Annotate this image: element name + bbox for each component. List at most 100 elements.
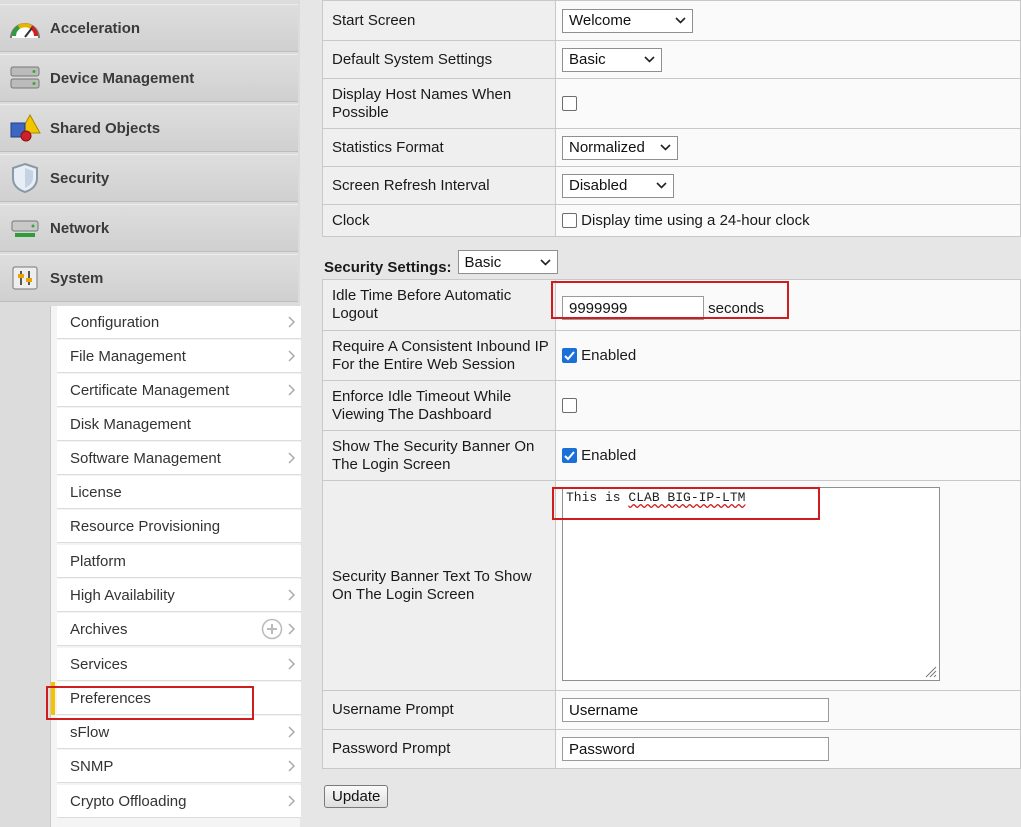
password-prompt-input[interactable]: Password <box>562 737 829 761</box>
submenu-label: Services <box>70 655 128 673</box>
gauge-icon <box>8 11 42 45</box>
submenu-software-management[interactable]: Software Management <box>57 442 301 475</box>
display-host-names-label: Display Host Names When Possible <box>322 78 556 129</box>
security-settings-title: Security Settings: <box>324 259 452 276</box>
nav-network[interactable]: Network <box>0 204 298 252</box>
chevron-right-icon <box>288 350 295 362</box>
show-banner-label: Show The Security Banner On The Login Sc… <box>322 430 556 481</box>
server-rack-icon <box>8 61 42 95</box>
nav-label: Device Management <box>50 69 195 87</box>
submenu-label: Configuration <box>70 313 160 331</box>
chevron-right-icon <box>288 316 295 328</box>
checkmark-icon <box>564 351 575 361</box>
row-password-prompt: Password Prompt Password <box>322 729 1021 769</box>
submenu-high-availability[interactable]: High Availability <box>57 579 301 612</box>
idle-time-label: Idle Time Before Automatic Logout <box>322 279 556 331</box>
security-settings-header: Security Settings: Basic <box>324 250 558 276</box>
submenu-label: Certificate Management <box>70 381 230 399</box>
submenu-platform[interactable]: Platform <box>57 545 301 578</box>
start-screen-select[interactable]: Welcome <box>562 8 693 33</box>
row-show-banner: Show The Security Banner On The Login Sc… <box>322 430 1021 481</box>
submenu-services[interactable]: Services <box>57 648 301 681</box>
default-system-settings-value: Basic <box>569 50 606 68</box>
nav-system[interactable]: System <box>0 254 298 302</box>
username-prompt-input[interactable]: Username <box>562 698 829 722</box>
clock-24h-checkbox[interactable] <box>562 213 577 229</box>
submenu-sflow[interactable]: sFlow <box>57 716 301 749</box>
security-settings-mode-select[interactable]: Basic <box>457 250 558 274</box>
chevron-right-icon <box>288 589 295 601</box>
screen-refresh-interval-label: Screen Refresh Interval <box>322 166 556 205</box>
system-submenu: Configuration File Management Certificat… <box>50 306 301 827</box>
start-screen-value: Welcome <box>569 11 632 29</box>
enforce-idle-timeout-label: Enforce Idle Timeout While Viewing The D… <box>322 380 556 431</box>
row-username-prompt: Username Prompt Username <box>322 690 1021 730</box>
chevron-down-icon <box>656 182 667 189</box>
annotation-highlight-preferences <box>46 686 254 720</box>
annotation-highlight-banner-text <box>552 487 820 520</box>
chevron-right-icon <box>288 726 295 738</box>
submenu-label: License <box>70 483 122 501</box>
submenu-license[interactable]: License <box>57 476 301 509</box>
submenu-label: Archives <box>70 620 128 638</box>
submenu-label: High Availability <box>70 586 175 604</box>
row-start-screen: Start Screen Welcome <box>322 0 1021 41</box>
submenu-snmp[interactable]: SNMP <box>57 750 301 783</box>
banner-text-label: Security Banner Text To Show On The Logi… <box>322 480 556 691</box>
submenu-crypto-offloading[interactable]: Crypto Offloading <box>57 785 301 818</box>
default-system-settings-label: Default System Settings <box>322 40 556 79</box>
resize-grip-icon[interactable] <box>923 664 937 678</box>
statistics-format-label: Statistics Format <box>322 128 556 167</box>
chevron-right-icon <box>288 795 295 807</box>
chevron-right-icon <box>288 658 295 670</box>
row-consistent-ip: Require A Consistent Inbound IP For the … <box>322 330 1021 381</box>
password-prompt-label: Password Prompt <box>322 729 556 769</box>
nav-device-management[interactable]: Device Management <box>0 54 298 102</box>
submenu-label: Resource Provisioning <box>70 517 221 535</box>
submenu-archives[interactable]: Archives <box>57 613 301 646</box>
shield-icon <box>8 161 42 195</box>
row-statistics-format: Statistics Format Normalized <box>322 128 1021 167</box>
start-screen-label: Start Screen <box>322 0 556 41</box>
enforce-idle-timeout-checkbox[interactable] <box>562 398 577 414</box>
show-banner-checkbox-label: Enabled <box>581 446 637 464</box>
row-display-host-names: Display Host Names When Possible <box>322 78 1021 129</box>
default-system-settings-select[interactable]: Basic <box>562 47 662 72</box>
submenu-resource-provisioning[interactable]: Resource Provisioning <box>57 510 301 543</box>
clock-label: Clock <box>322 204 556 237</box>
username-prompt-label: Username Prompt <box>322 690 556 730</box>
update-button[interactable]: Update <box>324 785 389 808</box>
display-host-names-checkbox[interactable] <box>562 96 577 112</box>
general-settings-table: Start Screen Welcome Default System Sett… <box>322 0 1021 237</box>
submenu-configuration[interactable]: Configuration <box>57 306 301 339</box>
submenu-label: sFlow <box>70 723 110 741</box>
row-enforce-idle-timeout: Enforce Idle Timeout While Viewing The D… <box>322 380 1021 431</box>
statistics-format-value: Normalized <box>569 138 645 156</box>
row-screen-refresh: Screen Refresh Interval Disabled <box>322 166 1021 205</box>
add-circle-icon[interactable] <box>261 618 283 640</box>
submenu-label: Disk Management <box>70 415 191 433</box>
consistent-ip-label: Require A Consistent Inbound IP For the … <box>322 330 556 381</box>
clock-24h-checkbox-label: Display time using a 24-hour clock <box>581 211 810 229</box>
nav-label: Security <box>50 169 110 187</box>
consistent-ip-checkbox[interactable] <box>562 348 577 364</box>
submenu-label: Crypto Offloading <box>70 792 187 810</box>
submenu-certificate-management[interactable]: Certificate Management <box>57 374 301 407</box>
nav-shared-objects[interactable]: Shared Objects <box>0 104 298 152</box>
nav-label: Shared Objects <box>50 119 161 137</box>
chevron-right-icon <box>288 452 295 464</box>
nav-acceleration[interactable]: Acceleration <box>0 4 298 52</box>
statistics-format-select[interactable]: Normalized <box>562 135 678 160</box>
nav-security[interactable]: Security <box>0 154 298 202</box>
submenu-disk-management[interactable]: Disk Management <box>57 408 301 441</box>
preferences-panel: Start Screen Welcome Default System Sett… <box>322 0 1021 827</box>
submenu-label: File Management <box>70 347 186 365</box>
screen-refresh-interval-select[interactable]: Disabled <box>562 173 674 198</box>
chevron-right-icon <box>288 384 295 396</box>
submenu-file-management[interactable]: File Management <box>57 340 301 373</box>
submenu-label: Platform <box>70 552 126 570</box>
chevron-right-icon <box>288 623 295 635</box>
show-banner-checkbox[interactable] <box>562 448 577 464</box>
network-device-icon <box>8 211 42 245</box>
chevron-down-icon <box>644 56 655 63</box>
